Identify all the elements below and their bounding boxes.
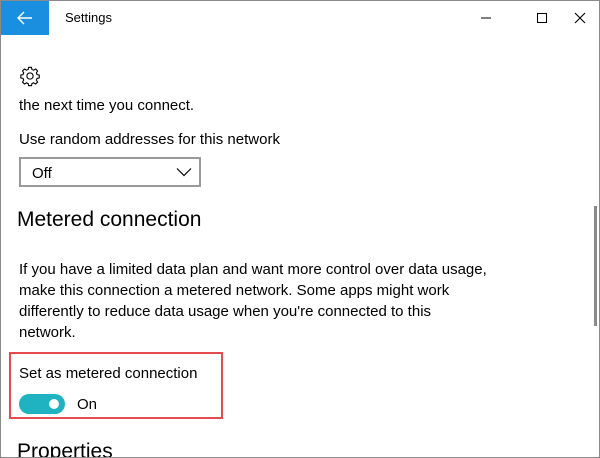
random-addresses-dropdown[interactable]: Off	[19, 157, 201, 187]
dropdown-selected-value: Off	[32, 165, 52, 182]
title-bar: Settings	[1, 1, 599, 35]
chevron-down-icon	[176, 168, 192, 177]
window-title: Settings	[65, 10, 112, 25]
toggle-knob	[49, 399, 59, 409]
metered-description: If you have a limited data plan and want…	[19, 261, 487, 341]
close-button[interactable]	[557, 1, 599, 35]
back-arrow-icon	[17, 11, 32, 25]
metered-connection-toggle[interactable]	[19, 394, 65, 414]
maximize-icon	[537, 13, 547, 23]
properties-heading: Properties	[17, 440, 113, 458]
minimize-button[interactable]	[463, 1, 509, 35]
back-button[interactable]	[1, 1, 49, 35]
toggle-state-label: On	[77, 396, 98, 413]
metered-connection-heading: Metered connection	[17, 208, 202, 231]
minimize-icon	[481, 17, 491, 19]
settings-window: Settings the next time you connect. Use …	[0, 0, 600, 458]
gear-icon	[20, 66, 40, 87]
scrollbar[interactable]	[594, 206, 597, 326]
metered-toggle-label: Set as metered connection	[19, 365, 198, 382]
random-addresses-label: Use random addresses for this network	[19, 131, 280, 148]
close-icon	[574, 12, 586, 24]
intro-text: the next time you connect.	[19, 97, 195, 114]
